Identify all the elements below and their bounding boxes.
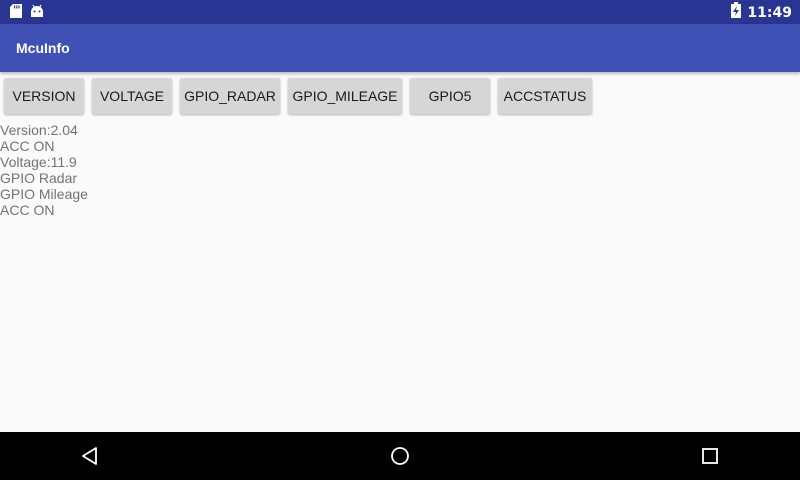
app-title: McuInfo — [16, 40, 70, 56]
log-line: GPIO Radar — [0, 170, 78, 186]
recents-button[interactable] — [690, 440, 730, 472]
gpio-mileage-button[interactable]: GPIO_MILEAGE — [288, 78, 402, 114]
log-line: GPIO Mileage — [0, 186, 88, 202]
version-button[interactable]: VERSION — [4, 78, 84, 114]
gpio5-button[interactable]: GPIO5 — [410, 78, 490, 114]
log-line: Version:2.04 — [0, 122, 78, 138]
log-line: ACC ON — [0, 202, 55, 218]
recents-icon — [702, 448, 718, 464]
gpio-radar-button[interactable]: GPIO_RADAR — [180, 78, 280, 114]
android-icon — [30, 4, 44, 23]
battery-charging-icon — [731, 2, 742, 23]
log-line: Voltage:11.9 — [0, 154, 77, 170]
back-icon — [82, 447, 97, 465]
home-button[interactable] — [380, 440, 420, 472]
log-output: Version:2.04 ACC ON Voltage:11.9 GPIO Ra… — [0, 122, 600, 218]
status-right: 11:49 — [731, 2, 792, 23]
home-icon — [391, 447, 409, 465]
back-button[interactable] — [70, 440, 110, 472]
status-bar: 11:49 — [0, 0, 800, 24]
log-line: ACC ON — [0, 138, 55, 154]
status-left-icons — [10, 4, 44, 23]
status-time: 11:49 — [747, 4, 792, 21]
accstatus-button[interactable]: ACCSTATUS — [498, 78, 592, 114]
app-bar: McuInfo — [0, 24, 800, 72]
voltage-button[interactable]: VOLTAGE — [92, 78, 172, 114]
sd-card-icon — [10, 4, 22, 23]
navigation-bar — [0, 432, 800, 480]
